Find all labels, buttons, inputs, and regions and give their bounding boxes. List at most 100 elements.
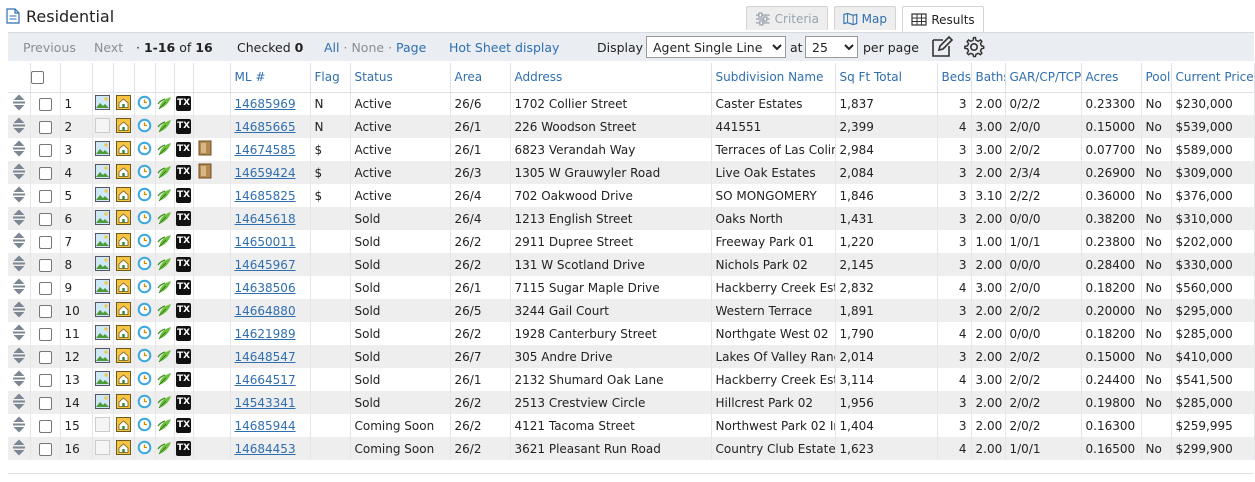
drag-handle-cell[interactable]: [8, 115, 31, 138]
photo-icon[interactable]: [95, 140, 110, 159]
tax-icon[interactable]: TX: [176, 395, 191, 410]
table-row[interactable]: 11 TX 14621989 Sold 26/2 1928 Canterbury Stre…: [8, 322, 1255, 345]
history-clock-icon[interactable]: [137, 95, 152, 113]
row-checkbox[interactable]: [38, 327, 52, 341]
photo-icon[interactable]: [95, 255, 110, 274]
green-leaf-icon[interactable]: [157, 348, 172, 366]
photo-icon[interactable]: [95, 94, 110, 113]
green-leaf-icon[interactable]: [157, 279, 172, 297]
row-checkbox[interactable]: [38, 419, 52, 433]
tax-icon[interactable]: TX: [176, 211, 191, 226]
row-checkbox[interactable]: [38, 373, 52, 387]
photo-icon[interactable]: [95, 232, 110, 251]
mls-link[interactable]: 14638506: [235, 281, 296, 295]
table-row[interactable]: 4 TX 14659424 $ Active 26/3 1305 W Grauwyler R…: [8, 161, 1255, 184]
green-leaf-icon[interactable]: [157, 95, 172, 113]
green-leaf-icon[interactable]: [157, 325, 172, 343]
tax-icon[interactable]: TX: [176, 303, 191, 318]
drag-handle-cell[interactable]: [8, 437, 31, 460]
next-button[interactable]: Next: [94, 40, 123, 55]
tax-icon[interactable]: TX: [176, 326, 191, 341]
gear-icon[interactable]: [963, 36, 985, 58]
green-leaf-icon[interactable]: [157, 371, 172, 389]
history-clock-icon[interactable]: [137, 417, 152, 435]
row-checkbox[interactable]: [38, 304, 52, 318]
mls-link[interactable]: 14685825: [235, 189, 296, 203]
col-baths[interactable]: Baths: [971, 63, 1006, 93]
history-clock-icon[interactable]: [137, 440, 152, 458]
display-select[interactable]: Agent Single Line: [646, 36, 786, 58]
mls-link[interactable]: 14685969: [235, 97, 296, 111]
mls-link[interactable]: 14674585: [235, 143, 296, 157]
tax-icon[interactable]: TX: [176, 372, 191, 387]
tax-icon[interactable]: TX: [176, 96, 191, 112]
green-leaf-icon[interactable]: [157, 256, 172, 274]
history-clock-icon[interactable]: [137, 210, 152, 228]
row-checkbox[interactable]: [38, 120, 52, 134]
row-checkbox[interactable]: [38, 396, 52, 410]
drag-handle-cell[interactable]: [8, 207, 31, 230]
green-leaf-icon[interactable]: [157, 417, 172, 435]
house-icon[interactable]: [116, 140, 131, 159]
row-checkbox[interactable]: [38, 281, 52, 295]
house-icon[interactable]: [116, 117, 131, 136]
drag-handle-cell[interactable]: [8, 161, 31, 184]
drag-handle-cell[interactable]: [8, 138, 31, 161]
select-all-link[interactable]: All: [324, 40, 340, 55]
drag-handle-cell[interactable]: [8, 92, 31, 115]
edit-icon[interactable]: [930, 35, 954, 59]
history-clock-icon[interactable]: [137, 302, 152, 320]
drag-handle-cell[interactable]: [8, 345, 31, 368]
photo-icon[interactable]: [95, 278, 110, 297]
mls-link[interactable]: 14645618: [235, 212, 296, 226]
col-area[interactable]: Area: [450, 63, 511, 93]
select-all-checkbox[interactable]: [30, 71, 44, 85]
green-leaf-icon[interactable]: [157, 302, 172, 320]
photo-icon[interactable]: [95, 209, 110, 228]
table-row[interactable]: 13 TX 14664517 Sold 26/1 2132 Shumard Oak Lan…: [8, 368, 1255, 391]
drag-handle-cell[interactable]: [8, 253, 31, 276]
photo-icon[interactable]: [95, 393, 110, 412]
house-icon[interactable]: [116, 370, 131, 389]
drag-handle-cell[interactable]: [8, 184, 31, 207]
previous-button[interactable]: Previous: [23, 40, 76, 55]
drag-handle-icon[interactable]: [12, 370, 26, 390]
mls-link[interactable]: 14543341: [235, 396, 296, 410]
tax-icon[interactable]: TX: [176, 165, 191, 180]
tax-icon[interactable]: TX: [176, 142, 191, 157]
drag-handle-cell[interactable]: [8, 276, 31, 299]
tax-icon[interactable]: TX: [176, 188, 191, 203]
house-icon[interactable]: [116, 347, 131, 366]
photo-icon[interactable]: [95, 301, 110, 320]
history-clock-icon[interactable]: [137, 394, 152, 412]
tax-icon[interactable]: TX: [176, 441, 191, 456]
col-gar[interactable]: GAR/CP/TCP: [1005, 63, 1082, 93]
row-checkbox[interactable]: [38, 235, 52, 249]
house-icon[interactable]: [116, 301, 131, 320]
col-price[interactable]: Current Price: [1171, 63, 1255, 93]
select-none-link[interactable]: None: [351, 40, 384, 55]
house-icon[interactable]: [116, 209, 131, 228]
mls-link[interactable]: 14621989: [235, 327, 296, 341]
table-row[interactable]: 1 TX 14685969 N Active 26/6 1702 Collier Stree…: [8, 92, 1255, 115]
table-row[interactable]: 9 TX 14638506 Sold 26/1 7115 Sugar Maple Driv…: [8, 276, 1255, 299]
documents-icon[interactable]: [198, 140, 212, 159]
history-clock-icon[interactable]: [137, 371, 152, 389]
green-leaf-icon[interactable]: [157, 164, 172, 182]
col-address[interactable]: Address: [510, 63, 712, 93]
per-page-select[interactable]: 25: [805, 36, 858, 58]
drag-handle-icon[interactable]: [12, 186, 26, 206]
house-icon[interactable]: [116, 416, 131, 435]
row-checkbox[interactable]: [38, 350, 52, 364]
green-leaf-icon[interactable]: [157, 394, 172, 412]
mls-link[interactable]: 14684453: [235, 442, 296, 456]
photo-icon[interactable]: [95, 186, 110, 205]
history-clock-icon[interactable]: [137, 141, 152, 159]
drag-handle-icon[interactable]: [12, 94, 26, 114]
mls-link[interactable]: 14685665: [235, 120, 296, 134]
drag-handle-icon[interactable]: [12, 324, 26, 344]
drag-handle-icon[interactable]: [12, 209, 26, 229]
house-icon[interactable]: [116, 255, 131, 274]
table-row[interactable]: 16 TX 14684453 Coming Soon 26/2 3621 Pleasant…: [8, 437, 1255, 460]
tax-icon[interactable]: TX: [176, 418, 191, 433]
